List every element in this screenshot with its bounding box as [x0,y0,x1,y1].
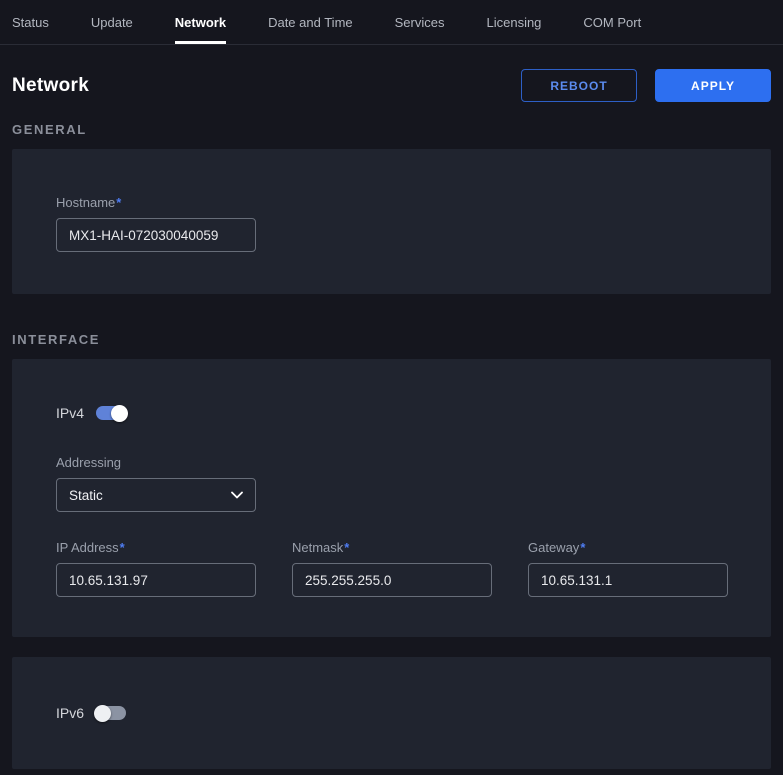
addressing-selected-value: Static [69,488,103,503]
hostname-input[interactable] [56,218,256,252]
addressing-field: Addressing Static [56,455,727,512]
tab-update[interactable]: Update [91,0,133,44]
general-section-heading: GENERAL [12,122,771,137]
ipv6-toggle[interactable] [96,706,126,720]
required-marker: * [120,540,125,555]
interface-section-heading: INTERFACE [12,332,771,347]
required-marker: * [580,540,585,555]
ipv4-toggle[interactable] [96,406,126,420]
netmask-label: Netmask* [292,540,492,555]
tab-label: Licensing [486,15,541,30]
page-header: Network REBOOT APPLY [0,45,783,118]
general-card: Hostname* [12,149,771,294]
hostname-field: Hostname* [56,195,727,252]
tab-com-port[interactable]: COM Port [583,0,641,44]
ipv6-label: IPv6 [56,705,84,721]
toggle-knob [94,705,111,722]
ip-address-label: IP Address* [56,540,256,555]
tab-label: COM Port [583,15,641,30]
ipv4-label: IPv4 [56,405,84,421]
tab-label: Services [395,15,445,30]
gateway-input[interactable] [528,563,728,597]
ip-address-input[interactable] [56,563,256,597]
netmask-label-text: Netmask [292,540,343,555]
gateway-field: Gateway* [528,540,728,597]
ip-fields-row: IP Address* Netmask* Gateway* [56,540,727,597]
reboot-button[interactable]: REBOOT [521,69,637,102]
tab-label: Update [91,15,133,30]
ipv6-card: IPv6 [12,657,771,769]
hostname-label-text: Hostname [56,195,115,210]
chevron-down-icon [231,491,243,499]
ip-address-label-text: IP Address [56,540,119,555]
required-marker: * [116,195,121,210]
tab-services[interactable]: Services [395,0,445,44]
ipv4-toggle-row: IPv4 [56,405,727,421]
netmask-input[interactable] [292,563,492,597]
header-actions: REBOOT APPLY [521,69,771,102]
apply-button[interactable]: APPLY [655,69,771,102]
required-marker: * [344,540,349,555]
tab-status[interactable]: Status [12,0,49,44]
toggle-knob [111,405,128,422]
addressing-label: Addressing [56,455,727,470]
tab-label: Status [12,15,49,30]
gateway-label-text: Gateway [528,540,579,555]
tab-label: Date and Time [268,15,353,30]
tab-label: Network [175,15,226,30]
gateway-label: Gateway* [528,540,728,555]
ipv4-card: IPv4 Addressing Static IP Address* Netma… [12,359,771,637]
ipv6-toggle-row: IPv6 [56,705,727,721]
page-title: Network [12,75,89,97]
tab-date-and-time[interactable]: Date and Time [268,0,353,44]
addressing-select[interactable]: Static [56,478,256,512]
ip-address-field: IP Address* [56,540,256,597]
netmask-field: Netmask* [292,540,492,597]
top-nav: Status Update Network Date and Time Serv… [0,0,783,45]
hostname-label: Hostname* [56,195,727,210]
tab-licensing[interactable]: Licensing [486,0,541,44]
tab-network[interactable]: Network [175,0,226,44]
